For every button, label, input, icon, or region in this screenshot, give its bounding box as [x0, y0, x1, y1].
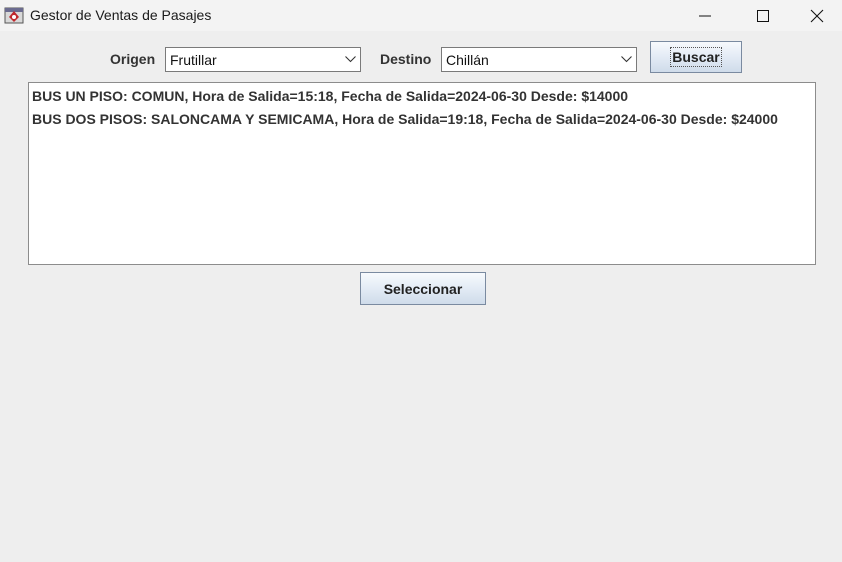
minimize-button[interactable]	[676, 0, 734, 31]
app-window: Gestor de Ventas de Pasajes Origen Fruti…	[0, 0, 842, 562]
chevron-down-icon[interactable]	[616, 48, 636, 71]
results-list[interactable]: BUS UN PISO: COMUN, Hora de Salida=15:18…	[28, 82, 816, 265]
destino-selected-value: Chillán	[446, 51, 489, 68]
destino-select[interactable]: Chillán	[441, 47, 637, 72]
seleccionar-button-label: Seleccionar	[383, 280, 463, 297]
minimize-icon	[699, 10, 711, 22]
close-icon	[810, 9, 824, 23]
origen-selected-value: Frutillar	[170, 51, 217, 68]
origen-label: Origen	[110, 51, 156, 67]
destino-label: Destino	[380, 51, 432, 67]
close-button[interactable]	[792, 0, 842, 31]
origen-select[interactable]: Frutillar	[165, 47, 361, 72]
maximize-button[interactable]	[734, 0, 792, 31]
maximize-icon	[757, 9, 769, 22]
seleccionar-button[interactable]: Seleccionar	[360, 272, 486, 305]
chevron-down-icon[interactable]	[340, 48, 360, 71]
title-bar[interactable]: Gestor de Ventas de Pasajes	[0, 0, 842, 31]
java-app-icon	[4, 5, 24, 25]
list-item[interactable]: BUS UN PISO: COMUN, Hora de Salida=15:18…	[29, 85, 815, 108]
buscar-button[interactable]: Buscar	[650, 41, 742, 73]
list-item[interactable]: BUS DOS PISOS: SALONCAMA Y SEMICAMA, Hor…	[29, 108, 815, 131]
window-title: Gestor de Ventas de Pasajes	[30, 7, 212, 23]
buscar-button-label: Buscar	[670, 47, 722, 67]
